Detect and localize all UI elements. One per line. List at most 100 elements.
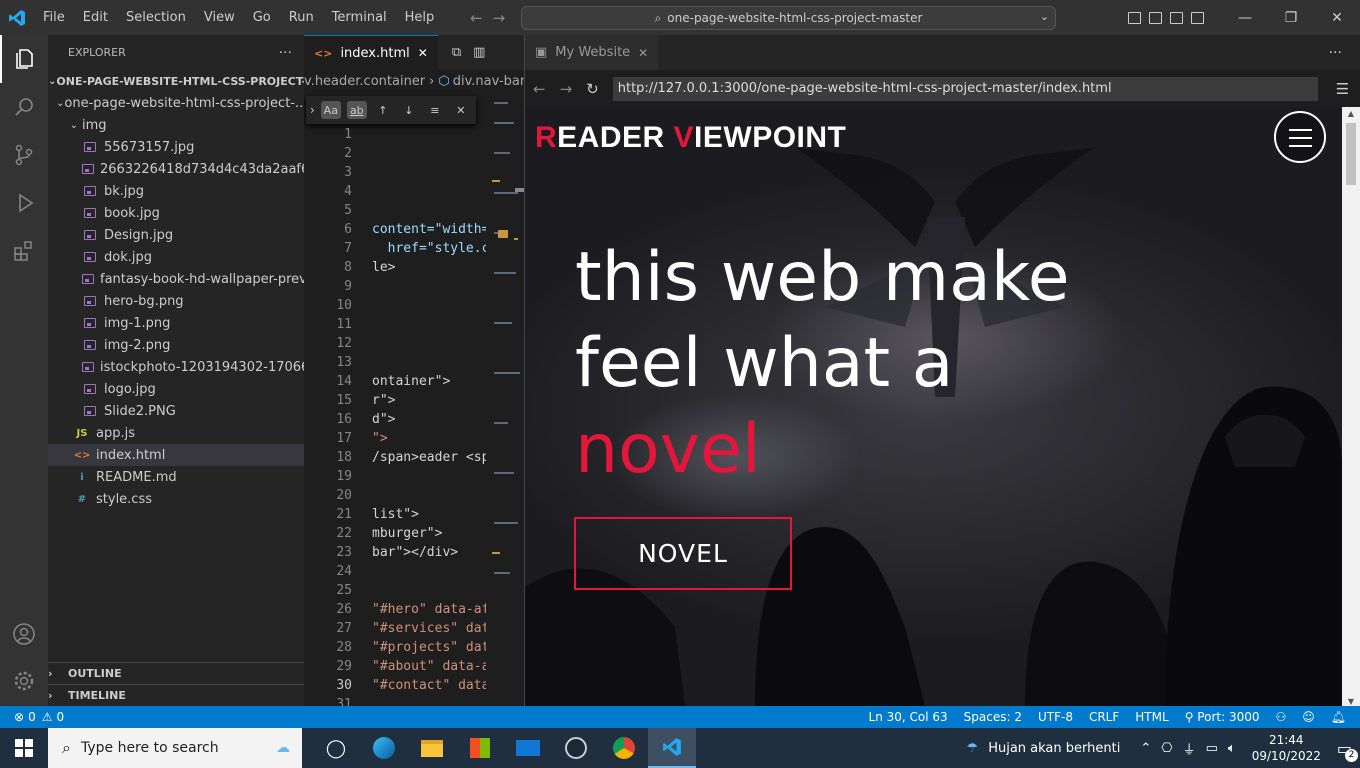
- encoding[interactable]: UTF-8: [1038, 710, 1073, 724]
- notification-center-icon[interactable]: ▭ 2: [1337, 739, 1358, 762]
- weather-text[interactable]: Hujan akan berhenti: [988, 741, 1120, 756]
- open-changes-icon[interactable]: ⧉: [452, 45, 461, 60]
- next-match-icon[interactable]: ↓: [399, 101, 419, 119]
- timeline-panel[interactable]: › TIMELINE: [48, 684, 304, 706]
- outline-panel[interactable]: › OUTLINE: [48, 662, 304, 684]
- menu-file[interactable]: File: [34, 0, 74, 35]
- close-window-button[interactable]: ✕: [1314, 10, 1360, 26]
- steam-icon[interactable]: [552, 728, 600, 768]
- reload-icon[interactable]: ↻: [586, 80, 599, 98]
- file-item[interactable]: i README.md: [48, 466, 304, 488]
- back-arrow-icon[interactable]: ←: [470, 9, 483, 27]
- toggle-replace-icon[interactable]: ›: [310, 103, 315, 117]
- close-icon[interactable]: ✕: [418, 46, 428, 60]
- back-arrow-icon[interactable]: ←: [533, 80, 546, 98]
- speaker-icon[interactable]: 🔈︎: [1228, 741, 1236, 756]
- minimize-button[interactable]: —: [1222, 10, 1268, 26]
- file-item[interactable]: # style.css: [48, 488, 304, 510]
- problems-status[interactable]: ⊗ 0 ⚠ 0: [0, 710, 64, 724]
- tab-index-html[interactable]: <> index.html ✕: [304, 35, 438, 70]
- meet-now-icon[interactable]: ⎔: [1161, 741, 1172, 756]
- find-in-selection-icon[interactable]: ≡: [425, 101, 445, 119]
- close-find-icon[interactable]: ✕: [451, 101, 471, 119]
- menu-run[interactable]: Run: [280, 0, 323, 35]
- explorer-icon[interactable]: [0, 35, 48, 83]
- live-share-icon[interactable]: ⚇: [1275, 710, 1286, 724]
- file-item-image[interactable]: Design.jpg: [48, 224, 304, 246]
- network-icon[interactable]: ▭: [1206, 741, 1218, 756]
- live-server-status[interactable]: ⚲ Port: 3000: [1185, 710, 1260, 724]
- start-button[interactable]: [0, 728, 48, 768]
- previous-match-icon[interactable]: ↑: [373, 101, 393, 119]
- language-mode[interactable]: HTML: [1135, 710, 1168, 724]
- code-area[interactable]: content="width= href="style.cs le> ontaine…: [372, 125, 486, 706]
- forward-arrow-icon[interactable]: →: [560, 80, 573, 98]
- menu-go[interactable]: Go: [244, 0, 280, 35]
- indentation[interactable]: Spaces: 2: [964, 710, 1022, 724]
- folder-project[interactable]: ⌄ one-page-website-html-css-project-...: [48, 92, 304, 114]
- toggle-secondary-sidebar-icon[interactable]: [1170, 11, 1183, 24]
- file-item[interactable]: JS app.js: [48, 422, 304, 444]
- match-case-button[interactable]: Aa: [320, 101, 341, 119]
- menu-help[interactable]: Help: [396, 0, 444, 35]
- gear-icon[interactable]: [0, 657, 48, 705]
- file-item-image[interactable]: hero-bg.png: [48, 290, 304, 312]
- mail-icon[interactable]: [504, 728, 552, 768]
- edge-icon[interactable]: [360, 728, 408, 768]
- novel-button[interactable]: NOVEL: [574, 517, 792, 590]
- match-whole-word-button[interactable]: ab: [346, 101, 367, 119]
- toggle-primary-sidebar-icon[interactable]: [1128, 11, 1141, 24]
- restore-button[interactable]: ❐: [1268, 10, 1314, 26]
- task-view-icon[interactable]: ◯: [312, 728, 360, 768]
- file-item-image[interactable]: istockphoto-1203194302-170667...: [48, 356, 304, 378]
- bell-icon[interactable]: 🔔︎: [1331, 710, 1346, 724]
- file-item-image[interactable]: 55673157.jpg: [48, 136, 304, 158]
- workspace-root[interactable]: ⌄ ONE-PAGE-WEBSITE-HTML-CSS-PROJECT-...: [48, 70, 304, 92]
- chevron-up-icon[interactable]: ⌃: [1140, 741, 1151, 756]
- more-actions-icon[interactable]: ···: [1329, 45, 1342, 61]
- forward-arrow-icon[interactable]: →: [493, 9, 506, 27]
- run-debug-icon[interactable]: [0, 179, 48, 227]
- tab-my-website[interactable]: ▣ My Website ✕: [525, 35, 659, 70]
- clock[interactable]: 21:44 09/10/2022: [1252, 732, 1321, 764]
- customize-layout-icon[interactable]: [1191, 11, 1204, 24]
- chevron-down-icon[interactable]: ⌄: [1040, 10, 1049, 23]
- hamburger-menu-button[interactable]: [1274, 111, 1326, 163]
- close-icon[interactable]: ✕: [638, 46, 648, 60]
- line-ending[interactable]: CRLF: [1089, 710, 1119, 724]
- url-input[interactable]: http://127.0.0.1:3000/one-page-website-h…: [612, 76, 1318, 101]
- file-item-image[interactable]: fantasy-book-hd-wallpaper-previ...: [48, 268, 304, 290]
- toggle-panel-icon[interactable]: [1149, 11, 1162, 24]
- search-icon[interactable]: [0, 83, 48, 131]
- file-explorer-icon[interactable]: [408, 728, 456, 768]
- file-item-image[interactable]: dok.jpg: [48, 246, 304, 268]
- split-editor-icon[interactable]: ▥: [473, 45, 485, 60]
- folder-img[interactable]: ⌄ img: [48, 114, 304, 136]
- command-center[interactable]: ⌕ one-page-website-html-css-project-mast…: [521, 6, 1056, 30]
- file-item-image[interactable]: bk.jpg: [48, 180, 304, 202]
- menu-selection[interactable]: Selection: [117, 0, 195, 35]
- preview-scrollbar[interactable]: ▲ ▼: [1342, 107, 1360, 706]
- file-item[interactable]: <> index.html: [48, 444, 304, 466]
- file-item-image[interactable]: img-2.png: [48, 334, 304, 356]
- account-icon[interactable]: [0, 610, 48, 658]
- feedback-icon[interactable]: ☺: [1302, 710, 1315, 724]
- usb-icon[interactable]: ⏚: [1183, 739, 1196, 758]
- more-actions-icon[interactable]: ···: [279, 45, 292, 61]
- vscode-taskbar-icon[interactable]: [648, 728, 696, 768]
- file-item-image[interactable]: img-1.png: [48, 312, 304, 334]
- breadcrumb-item-header[interactable]: v.header.container: [304, 74, 425, 89]
- taskbar-search[interactable]: ⌕ Type here to search ☁: [48, 728, 302, 768]
- menu-icon[interactable]: ☰: [1336, 80, 1349, 98]
- source-control-icon[interactable]: [0, 131, 48, 179]
- chrome-icon[interactable]: [600, 728, 648, 768]
- weather-icon[interactable]: ☂: [967, 741, 979, 756]
- store-icon[interactable]: [456, 728, 504, 768]
- file-item-image[interactable]: Slide2.PNG: [48, 400, 304, 422]
- menu-terminal[interactable]: Terminal: [323, 0, 396, 35]
- file-item-image[interactable]: book.jpg: [48, 202, 304, 224]
- cursor-position[interactable]: Ln 30, Col 63: [869, 710, 948, 724]
- file-item-image[interactable]: 2663226418d734d4c43da2aaf61a...: [48, 158, 304, 180]
- extensions-icon[interactable]: [0, 227, 48, 275]
- file-item-image[interactable]: logo.jpg: [48, 378, 304, 400]
